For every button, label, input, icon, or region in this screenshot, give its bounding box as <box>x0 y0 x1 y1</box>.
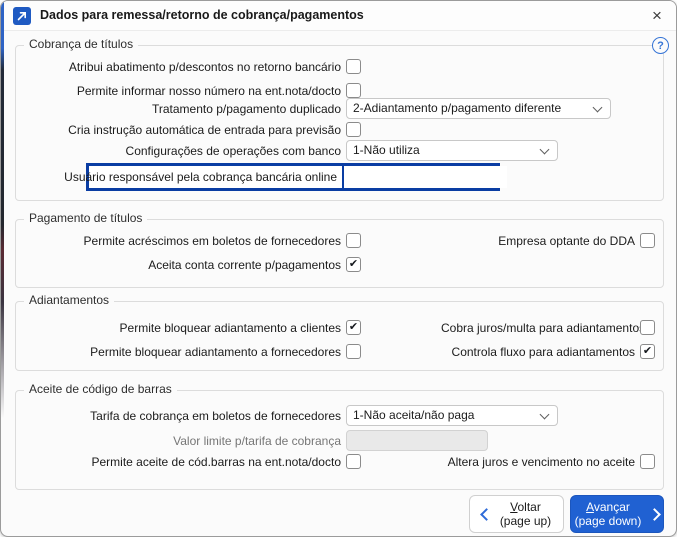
bloquear-adiantamento-fornecedores-checkbox[interactable] <box>346 344 361 359</box>
avancar-button[interactable]: Avançar (page down) <box>570 495 664 533</box>
usuario-responsavel-focused-row: Usuário responsável pela cobrança bancár… <box>86 163 500 191</box>
voltar-button-label: Voltar <box>510 500 541 514</box>
controla-fluxo-label: Controla fluxo para adiantamentos <box>441 344 635 360</box>
bloquear-adiantamento-fornecedores-label: Permite bloquear adiantamento a forneced… <box>21 344 341 360</box>
tarifa-cobranca-label: Tarifa de cobrança em boletos de fornece… <box>21 408 341 424</box>
conta-corrente-checkbox[interactable]: ✔ <box>346 257 361 272</box>
chevron-right-icon <box>648 508 661 521</box>
config-operacoes-banco-value: 1-Não utiliza <box>353 143 420 157</box>
conta-corrente-label: Aceita conta corrente p/pagamentos <box>21 257 341 273</box>
screen: Dados para remessa/retorno de cobrança/p… <box>0 0 677 537</box>
cobra-juros-multa-label: Cobra juros/multa para adiantamentos <box>441 320 635 336</box>
acrescimos-boletos-checkbox[interactable] <box>346 233 361 248</box>
nosso-numero-checkbox[interactable] <box>346 83 361 98</box>
tarifa-cobranca-select[interactable]: 1-Não aceita/não paga <box>346 405 558 426</box>
close-icon[interactable]: × <box>644 5 670 27</box>
tratamento-duplicado-label: Tratamento p/pagamento duplicado <box>21 101 341 117</box>
group-adiantamentos: Adiantamentos <box>15 301 664 371</box>
chevron-down-icon <box>540 410 550 420</box>
dialog-window: Dados para remessa/retorno de cobrança/p… <box>0 0 677 537</box>
remittance-arrow-icon <box>13 7 31 25</box>
config-operacoes-banco-label: Configurações de operações com banco <box>21 143 341 159</box>
abatimento-checkbox[interactable] <box>346 59 361 74</box>
valor-limite-input <box>346 430 488 451</box>
valor-limite-label: Valor limite p/tarifa de cobrança <box>21 433 341 449</box>
aceite-codbarras-label: Permite aceite de cód.barras na ent.nota… <box>21 454 341 470</box>
abatimento-label: Atribui abatimento p/descontos no retorn… <box>21 59 341 75</box>
acrescimos-boletos-label: Permite acréscimos em boletos de fornece… <box>21 233 341 249</box>
chevron-left-icon <box>480 508 493 521</box>
dialog-title: Dados para remessa/retorno de cobrança/p… <box>40 8 364 22</box>
voltar-button-sublabel: (page up) <box>500 514 551 528</box>
group-pagamento-de-titulos: Pagamento de títulos <box>15 219 664 288</box>
controla-fluxo-checkbox[interactable]: ✔ <box>640 344 655 359</box>
chevron-down-icon <box>593 103 603 113</box>
bloquear-adiantamento-clientes-label: Permite bloquear adiantamento a clientes <box>21 320 341 336</box>
background-window-edge <box>1 1 4 431</box>
nosso-numero-label: Permite informar nosso número na ent.not… <box>21 83 341 99</box>
group-legend: Cobrança de títulos <box>24 37 138 51</box>
help-icon[interactable]: ? <box>652 37 669 54</box>
group-legend: Pagamento de títulos <box>24 211 147 225</box>
group-legend: Adiantamentos <box>24 293 114 307</box>
instrucao-automatica-checkbox[interactable] <box>346 122 361 137</box>
voltar-button[interactable]: Voltar (page up) <box>469 495 564 533</box>
cobra-juros-multa-checkbox[interactable] <box>640 320 655 335</box>
config-operacoes-banco-select[interactable]: 1-Não utiliza <box>346 140 558 161</box>
bloquear-adiantamento-clientes-checkbox[interactable]: ✔ <box>346 320 361 335</box>
title-bar: Dados para remessa/retorno de cobrança/p… <box>1 1 676 31</box>
avancar-button-label: Avançar <box>586 500 630 514</box>
altera-juros-aceite-checkbox[interactable] <box>640 454 655 469</box>
avancar-button-sublabel: (page down) <box>575 514 642 528</box>
altera-juros-aceite-label: Altera juros e vencimento no aceite <box>441 454 635 470</box>
usuario-responsavel-input[interactable] <box>344 166 507 188</box>
empresa-dda-label: Empresa optante do DDA <box>441 233 635 249</box>
tratamento-duplicado-value: 2-Adiantamento p/pagamento diferente <box>353 101 561 115</box>
tarifa-cobranca-value: 1-Não aceita/não paga <box>353 408 474 422</box>
tratamento-duplicado-select[interactable]: 2-Adiantamento p/pagamento diferente <box>346 98 611 119</box>
empresa-dda-checkbox[interactable] <box>640 233 655 248</box>
instrucao-automatica-label: Cria instrução automática de entrada par… <box>21 122 341 138</box>
chevron-down-icon <box>540 145 550 155</box>
group-legend: Aceite de código de barras <box>24 382 177 396</box>
aceite-codbarras-checkbox[interactable] <box>346 454 361 469</box>
usuario-responsavel-label: Usuário responsável pela cobrança bancár… <box>89 166 342 188</box>
